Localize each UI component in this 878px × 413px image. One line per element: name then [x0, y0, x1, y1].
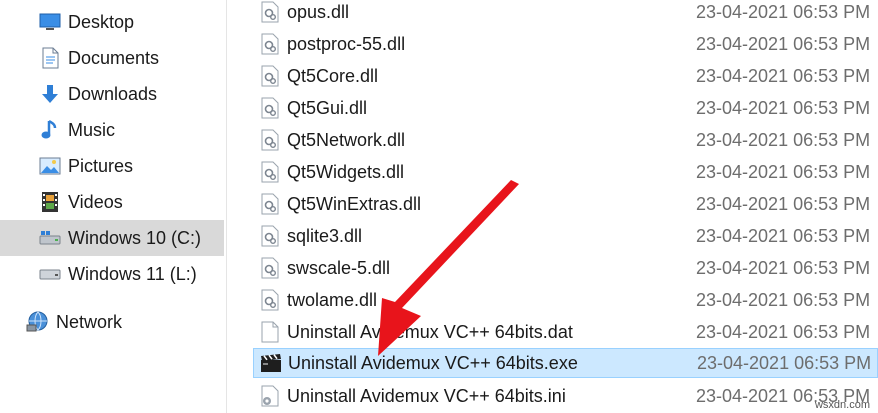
- music-icon: [38, 118, 62, 142]
- videos-icon: [38, 190, 62, 214]
- file-date-modified: 23-04-2021 06:53 PM: [696, 97, 871, 118]
- file-row[interactable]: opus.dll 23-04-2021 06:53 PM: [253, 0, 878, 27]
- sidebar-item-music[interactable]: Music: [0, 112, 224, 148]
- file-date-modified: 23-04-2021 06:53 PM: [697, 352, 872, 373]
- file-row-selected[interactable]: Uninstall Avidemux VC++ 64bits.exe 23-04…: [253, 348, 878, 378]
- sidebar-item-documents[interactable]: Documents: [0, 40, 224, 76]
- file-date-modified: 23-04-2021 06:53 PM: [696, 129, 871, 150]
- dll-icon: [259, 64, 281, 88]
- file-list: opus.dll 23-04-2021 06:53 PM postproc-55…: [227, 0, 878, 413]
- ini-settings-icon: [259, 384, 281, 408]
- dll-icon: [259, 160, 281, 184]
- sidebar-item-label: Documents: [68, 47, 160, 68]
- sidebar-item-label: Videos: [68, 191, 123, 212]
- dll-icon: [259, 128, 281, 152]
- file-name: swscale-5.dll: [287, 257, 391, 278]
- documents-icon: [38, 46, 62, 70]
- file-row[interactable]: postproc-55.dll 23-04-2021 06:53 PM: [253, 29, 878, 59]
- network-icon: [26, 310, 50, 334]
- sidebar-item-label: Downloads: [68, 83, 158, 104]
- dll-icon: [259, 0, 281, 24]
- sidebar-item-label: Network: [56, 311, 123, 332]
- watermark: wsxdn.com: [814, 399, 870, 411]
- file-date-modified: 23-04-2021 06:53 PM: [696, 257, 871, 278]
- dll-icon: [259, 256, 281, 280]
- sidebar-item-desktop[interactable]: Desktop: [0, 4, 224, 40]
- dll-icon: [259, 32, 281, 56]
- file-name: postproc-55.dll: [287, 33, 406, 54]
- file-name: Uninstall Avidemux VC++ 64bits.ini: [287, 385, 566, 406]
- file-date-modified: 23-04-2021 06:53 PM: [696, 65, 871, 86]
- dll-icon: [259, 96, 281, 120]
- file-date-modified: 23-04-2021 06:53 PM: [696, 289, 871, 310]
- file-row[interactable]: Uninstall Avidemux VC++ 64bits.ini 23-04…: [253, 381, 878, 411]
- file-date-modified: 23-04-2021 06:53 PM: [696, 193, 871, 214]
- file-name: twolame.dll: [287, 289, 378, 310]
- downloads-icon: [38, 82, 62, 106]
- pictures-icon: [38, 154, 62, 178]
- dll-icon: [259, 288, 281, 312]
- sidebar-item-videos[interactable]: Videos: [0, 184, 224, 220]
- clapperboard-icon: [260, 351, 282, 375]
- file-name: Qt5Gui.dll: [287, 97, 368, 118]
- file-name: Qt5Network.dll: [287, 129, 406, 150]
- file-row[interactable]: Qt5Gui.dll 23-04-2021 06:53 PM: [253, 93, 878, 123]
- navigation-pane: Desktop Documents Downloads Music Pictur…: [0, 0, 226, 413]
- file-row[interactable]: sqlite3.dll 23-04-2021 06:53 PM: [253, 221, 878, 251]
- file-row[interactable]: Qt5Widgets.dll 23-04-2021 06:53 PM: [253, 157, 878, 187]
- file-date-modified: 23-04-2021 06:53 PM: [696, 1, 871, 22]
- sidebar-item-label: Windows 11 (L:): [68, 263, 197, 284]
- desktop-icon: [38, 10, 62, 34]
- file-row[interactable]: Uninstall Avidemux VC++ 64bits.dat 23-04…: [253, 317, 878, 347]
- sidebar-item-network[interactable]: Network: [0, 304, 224, 340]
- file-name: sqlite3.dll: [287, 225, 363, 246]
- file-name: Qt5WinExtras.dll: [287, 193, 422, 214]
- file-name: Qt5Widgets.dll: [287, 161, 405, 182]
- sidebar-item-label: Desktop: [68, 11, 135, 32]
- drive-l-icon: [38, 262, 62, 286]
- sidebar-item-label: Windows 10 (C:): [68, 227, 202, 248]
- sidebar-item-downloads[interactable]: Downloads: [0, 76, 224, 112]
- file-name: Qt5Core.dll: [287, 65, 379, 86]
- sidebar-item-label: Music: [68, 119, 116, 140]
- file-date-modified: 23-04-2021 06:53 PM: [696, 321, 871, 342]
- sidebar-item-label: Pictures: [68, 155, 134, 176]
- file-row[interactable]: swscale-5.dll 23-04-2021 06:53 PM: [253, 253, 878, 283]
- file-row[interactable]: Qt5Network.dll 23-04-2021 06:53 PM: [253, 125, 878, 155]
- file-name: opus.dll: [287, 1, 350, 22]
- dat-file-icon: [259, 320, 281, 344]
- file-row[interactable]: Qt5WinExtras.dll 23-04-2021 06:53 PM: [253, 189, 878, 219]
- file-row[interactable]: Qt5Core.dll 23-04-2021 06:53 PM: [253, 61, 878, 91]
- sidebar-item-pictures[interactable]: Pictures: [0, 148, 224, 184]
- sidebar-item-windows-11-l[interactable]: Windows 11 (L:): [0, 256, 224, 292]
- drive-c-icon: [38, 226, 62, 250]
- dll-icon: [259, 224, 281, 248]
- file-date-modified: 23-04-2021 06:53 PM: [696, 225, 871, 246]
- sidebar-item-windows-10-c[interactable]: Windows 10 (C:): [0, 220, 224, 256]
- file-name: Uninstall Avidemux VC++ 64bits.exe: [288, 352, 578, 373]
- dll-icon: [259, 192, 281, 216]
- file-date-modified: 23-04-2021 06:53 PM: [696, 161, 871, 182]
- file-row[interactable]: twolame.dll 23-04-2021 06:53 PM: [253, 285, 878, 315]
- file-name: Uninstall Avidemux VC++ 64bits.dat: [287, 321, 573, 342]
- file-date-modified: 23-04-2021 06:53 PM: [696, 33, 871, 54]
